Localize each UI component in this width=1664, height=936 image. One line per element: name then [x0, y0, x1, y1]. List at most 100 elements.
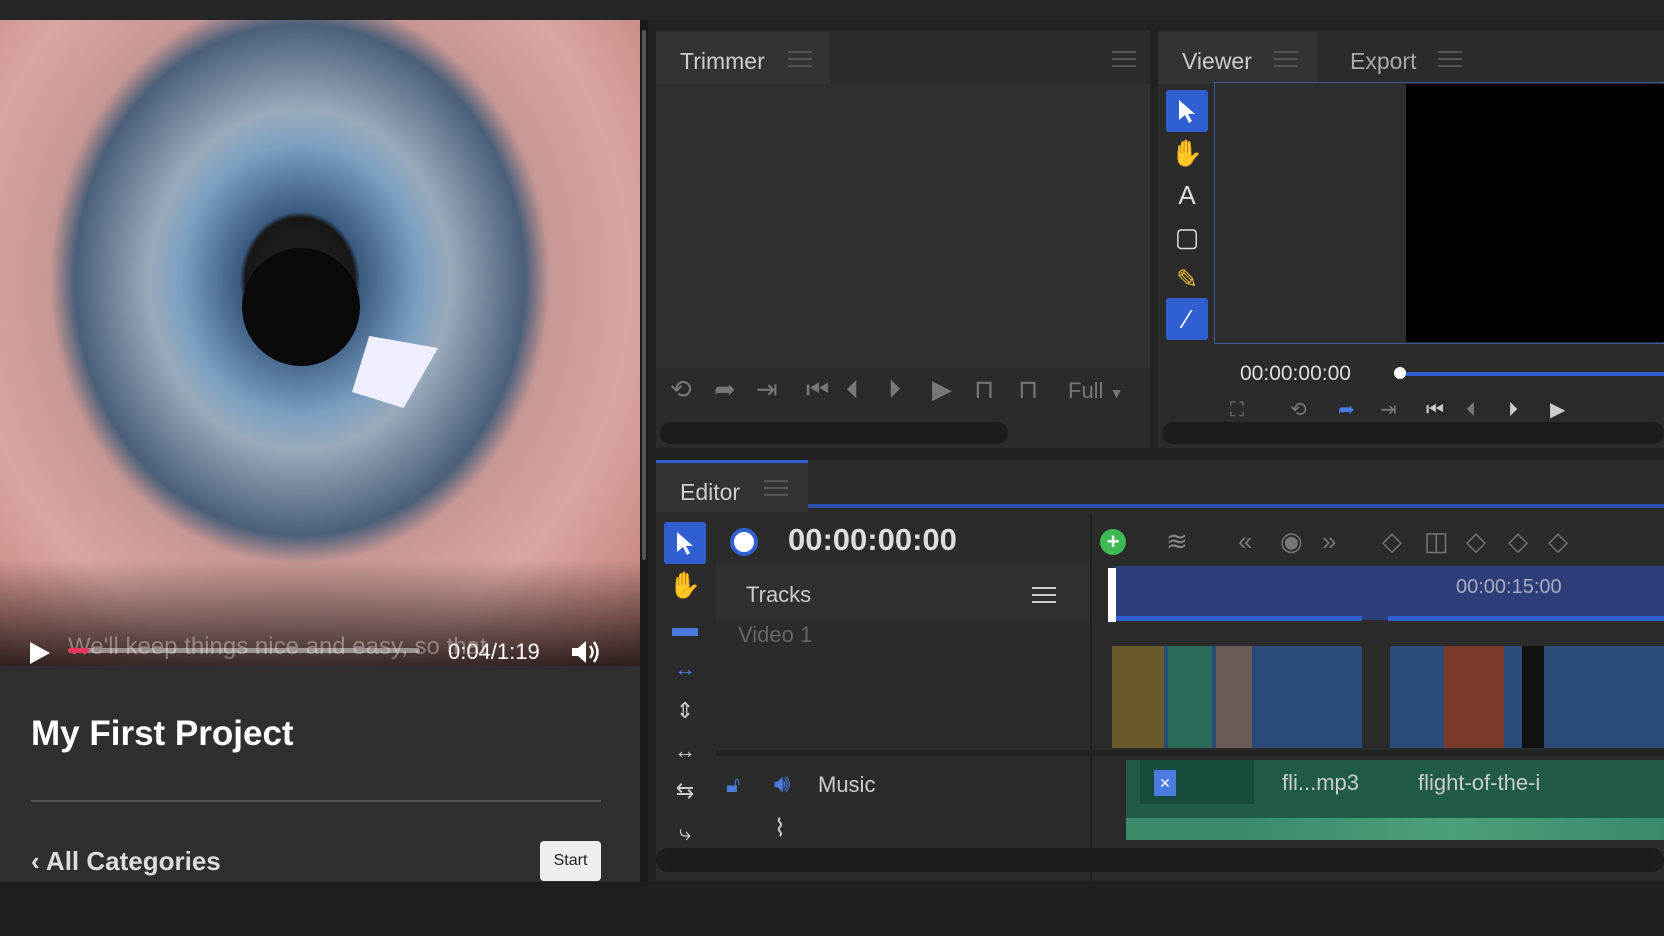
tab-trimmer[interactable]: Trimmer — [656, 32, 830, 84]
music-clip-label-2: flight-of-the-i — [1418, 770, 1541, 795]
keyframe-icon[interactable]: ◇ — [1382, 528, 1402, 554]
track-header-divider — [1090, 514, 1092, 894]
select-tool-icon[interactable] — [664, 522, 706, 564]
layers-icon[interactable]: ≋ — [1166, 528, 1188, 554]
step-forward-icon[interactable]: ⏵ — [888, 376, 901, 402]
tab-viewer[interactable]: Viewer — [1158, 32, 1318, 84]
trimmer-tab-menu-icon[interactable] — [788, 51, 812, 67]
trimmer-panel-menu-icon[interactable] — [1112, 51, 1136, 67]
text-tool-icon[interactable]: A — [1166, 174, 1208, 216]
clip-thumbnail — [1444, 646, 1504, 748]
editor-timecode[interactable]: 00:00:00:00 — [788, 522, 957, 558]
prev-keyframe-icon[interactable]: « — [1238, 528, 1252, 554]
envelope-icon[interactable]: ⌇ — [774, 814, 786, 843]
volume-icon[interactable] — [570, 638, 604, 666]
all-categories-link[interactable]: ‹ All Categories — [31, 846, 221, 877]
mark-out-icon[interactable]: ⇥ — [1380, 400, 1397, 420]
audio-file-icon: ✕ — [1154, 770, 1176, 796]
viewer-tab-menu-icon[interactable] — [1274, 51, 1298, 67]
tab-export[interactable]: Export — [1350, 48, 1416, 75]
editor-panel: Editor ✋ ▬ ↔ ⇕ ↔ ⇆ ⤷ 00:00:00:00 + ≋ « ◉… — [656, 460, 1664, 894]
hand-tool-icon[interactable]: ✋ — [1166, 132, 1208, 174]
tutorial-video[interactable]: We'll keep things nice and easy, so that… — [0, 20, 640, 666]
work-area-bar-2[interactable] — [1388, 616, 1664, 621]
editor-tab-underline — [808, 504, 1664, 508]
keyframe-out-icon[interactable]: ◇ — [1508, 528, 1528, 554]
go-to-start-icon[interactable]: ⏮ — [1426, 400, 1444, 420]
slip-tool-icon[interactable]: ⇕ — [664, 690, 706, 732]
overwrite-icon[interactable]: ⊓ — [1018, 376, 1038, 402]
play-icon[interactable]: ▶ — [932, 376, 952, 402]
pencil-tool-icon[interactable]: ✎ — [1166, 258, 1208, 300]
add-track-icon[interactable]: + — [1100, 529, 1126, 555]
line-tool-icon[interactable]: ⁄ — [1166, 298, 1208, 340]
timeline-ruler[interactable] — [1114, 566, 1664, 620]
divider — [31, 800, 601, 802]
clip-thumbnail — [1112, 646, 1164, 748]
go-to-start-icon[interactable]: ⏮ — [806, 376, 829, 402]
work-area-bar[interactable] — [1114, 616, 1362, 621]
ripple-tool-icon[interactable]: ↔ — [664, 648, 706, 690]
video-seek-progress — [68, 648, 90, 653]
export-tab-menu-icon[interactable] — [1438, 51, 1462, 67]
lock-icon[interactable]: 🔓︎ — [726, 772, 752, 798]
editor-tab-menu-icon[interactable] — [764, 480, 788, 496]
slide-tool-icon[interactable]: ↔ — [664, 730, 706, 772]
loop-icon[interactable]: ⟲ — [670, 376, 692, 402]
clock-icon[interactable] — [730, 528, 758, 556]
play-icon[interactable] — [28, 640, 52, 666]
top-bar — [0, 0, 1664, 20]
chevron-left-icon: ‹ — [31, 846, 46, 876]
tracks-menu-icon[interactable] — [1032, 587, 1056, 603]
clip-thumbnail — [1216, 646, 1252, 748]
loop-icon[interactable]: ⟲ — [1290, 400, 1307, 420]
music-clip-label: fli...mp3 — [1282, 770, 1360, 795]
video-frame-glint — [352, 336, 438, 408]
editor-scrollbar[interactable] — [656, 848, 1664, 872]
speaker-icon[interactable]: 🔊︎ — [774, 768, 790, 800]
step-back-icon[interactable]: ⏴ — [1466, 400, 1476, 420]
bottom-bar — [0, 882, 1664, 936]
clip-thumbnail — [1522, 646, 1544, 748]
trimmer-panel: Trimmer ⟲ ➦ ⇥ ⏮ ⏴ ⏵ ▶ ⊓ ⊓ Full ▼ — [656, 30, 1150, 448]
timeline-playhead[interactable] — [1108, 568, 1116, 622]
tab-editor[interactable]: Editor — [656, 460, 808, 512]
step-back-icon[interactable]: ⏴ — [846, 376, 859, 402]
add-keyframe-icon[interactable]: ◉ — [1280, 528, 1303, 554]
tutorial-scroll-thumb[interactable] — [642, 30, 646, 560]
clip-thumbnail — [1168, 646, 1212, 748]
mark-out-icon[interactable]: ⇥ — [756, 376, 778, 402]
next-keyframe-icon[interactable]: » — [1322, 528, 1336, 554]
trimmer-scrollbar[interactable] — [660, 422, 1008, 444]
step-forward-icon[interactable]: ⏵ — [1508, 400, 1518, 420]
mark-in-icon[interactable]: ➦ — [714, 376, 736, 402]
video-frame-pupil — [242, 248, 360, 366]
video-time: 0:04/1:19 — [448, 639, 540, 664]
select-tool-icon[interactable] — [1166, 90, 1208, 132]
all-categories-label: All Categories — [45, 846, 221, 876]
video-track-name: Video 1 — [738, 622, 813, 647]
tracks-label: Tracks — [746, 582, 812, 607]
zoom-select[interactable]: Full ▼ — [1068, 378, 1123, 404]
play-icon[interactable]: ▶ — [1550, 400, 1565, 420]
viewer-canvas[interactable] — [1406, 84, 1664, 342]
viewer-playhead[interactable] — [1394, 367, 1406, 379]
project-title: My First Project — [31, 714, 294, 753]
viewer-scrubber[interactable] — [1400, 372, 1664, 376]
hand-tool-icon[interactable]: ✋ — [664, 564, 706, 606]
roll-tool-icon[interactable]: ⇆ — [664, 770, 706, 812]
fit-icon[interactable]: ⛶ — [1230, 400, 1244, 420]
rectangle-tool-icon[interactable]: ▢ — [1166, 216, 1208, 258]
track-separator — [716, 750, 1664, 756]
video-seek-bar[interactable] — [68, 648, 420, 653]
music-track-name: Music — [818, 772, 876, 797]
split-icon[interactable]: ◫ — [1424, 528, 1449, 554]
chevron-down-icon: ▼ — [1109, 385, 1124, 401]
viewer-scrollbar[interactable] — [1162, 422, 1664, 444]
mark-in-icon[interactable]: ➦ — [1338, 400, 1355, 420]
keyframe-end-icon[interactable]: ◇ — [1548, 528, 1568, 554]
insert-icon[interactable]: ⊓ — [974, 376, 994, 402]
start-button[interactable]: Start — [540, 841, 601, 881]
keyframe-in-icon[interactable]: ◇ — [1466, 528, 1486, 554]
razor-tool-icon[interactable]: ▬ — [664, 606, 706, 648]
